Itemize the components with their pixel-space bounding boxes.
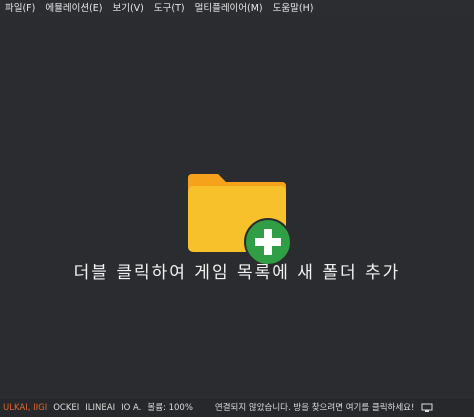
menu-help[interactable]: 도움말(H) xyxy=(268,0,319,18)
status-bar: ULKAI, IIGI OCKEI ILINEAI IO A. 볼륨: 100%… xyxy=(0,399,474,417)
menu-view[interactable]: 보기(V) xyxy=(107,0,148,18)
multiplayer-status-message[interactable]: 연결되지 않았습니다. 방을 찾으려면 여기를 클릭하세요! xyxy=(212,399,417,417)
menu-multiplayer[interactable]: 멀티플레이어(M) xyxy=(190,0,268,18)
status-audio[interactable]: IO A. xyxy=(118,399,144,417)
game-list-area[interactable]: 더블 클릭하여 게임 목록에 새 폴더 추가 xyxy=(0,18,474,399)
folder-add-icon[interactable] xyxy=(186,156,296,266)
empty-game-list-hint: 더블 클릭하여 게임 목록에 새 폴더 추가 xyxy=(73,263,401,283)
menu-bar: 파일(F) 에뮬레이션(E) 보기(V) 도구(T) 멀티플레이어(M) 도움말… xyxy=(0,0,474,18)
status-backend[interactable]: ULKAI, IIGI xyxy=(0,399,50,417)
plus-vertical xyxy=(264,229,272,255)
status-filter[interactable]: ILINEAI xyxy=(82,399,118,417)
status-volume[interactable]: 볼륨: 100% xyxy=(144,399,196,417)
menu-tools[interactable]: 도구(T) xyxy=(149,0,190,18)
network-icon[interactable] xyxy=(421,403,433,413)
status-shader[interactable]: OCKEI xyxy=(50,399,82,417)
menu-file[interactable]: 파일(F) xyxy=(0,0,40,18)
menu-emulation[interactable]: 에뮬레이션(E) xyxy=(40,0,107,18)
